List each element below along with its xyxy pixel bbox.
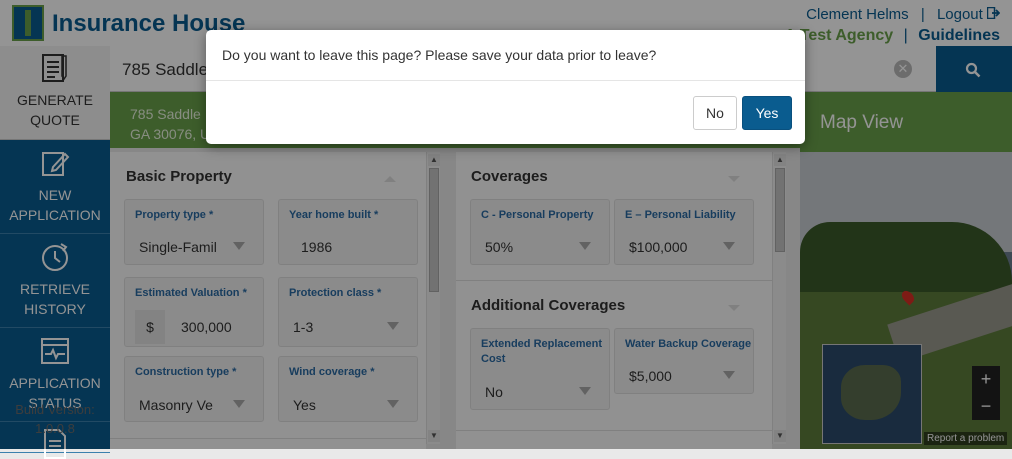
dialog-divider <box>206 80 805 81</box>
yes-button[interactable]: Yes <box>742 96 792 130</box>
dialog-message: Do you want to leave this page? Please s… <box>222 47 657 63</box>
no-button[interactable]: No <box>693 96 737 130</box>
leave-page-dialog: Do you want to leave this page? Please s… <box>206 30 805 144</box>
